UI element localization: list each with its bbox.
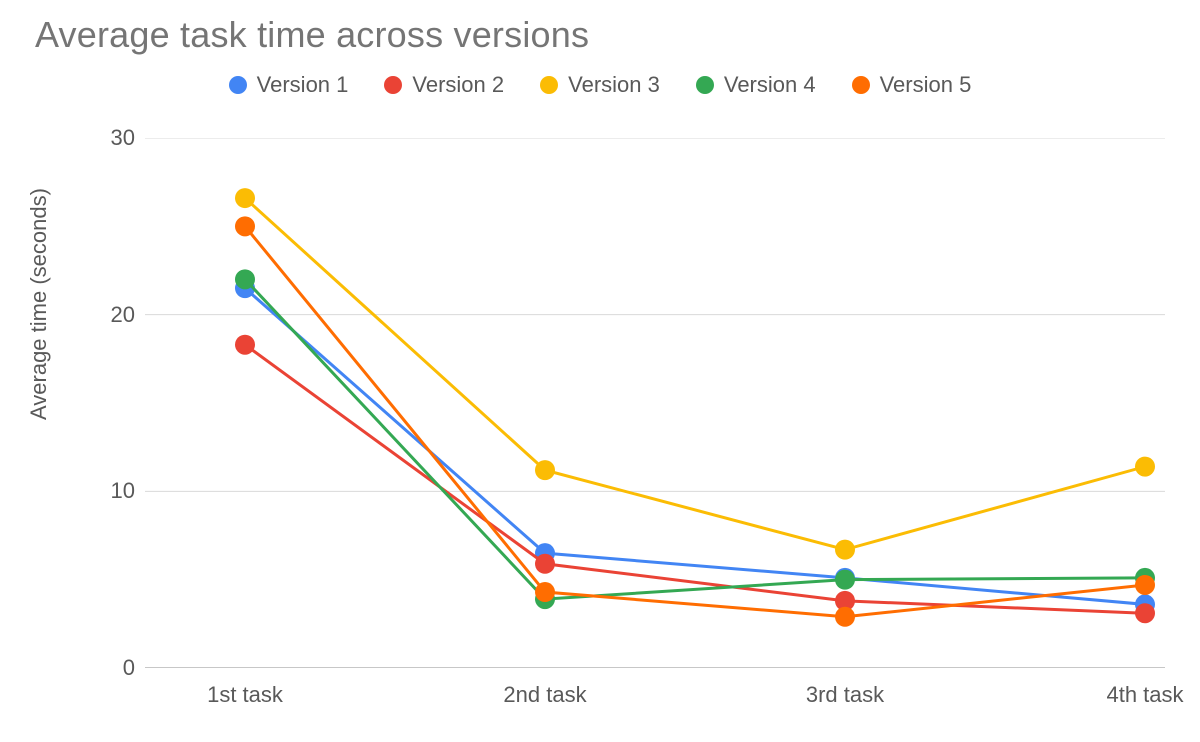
legend-swatch-icon	[540, 76, 558, 94]
chart-legend: Version 1 Version 2 Version 3 Version 4 …	[0, 72, 1200, 98]
data-point	[235, 188, 255, 208]
data-point	[1135, 603, 1155, 623]
y-tick-label: 0	[75, 655, 135, 681]
series-version-3	[235, 188, 1155, 560]
legend-item-version-1: Version 1	[229, 72, 349, 98]
x-tick-label: 1st task	[207, 682, 283, 708]
legend-label: Version 4	[724, 72, 816, 98]
legend-item-version-4: Version 4	[696, 72, 816, 98]
data-point	[235, 216, 255, 236]
series-line	[245, 345, 1145, 614]
legend-item-version-5: Version 5	[852, 72, 972, 98]
data-point	[535, 460, 555, 480]
data-point	[235, 335, 255, 355]
legend-label: Version 1	[257, 72, 349, 98]
legend-swatch-icon	[852, 76, 870, 94]
legend-swatch-icon	[229, 76, 247, 94]
series-line	[245, 288, 1145, 604]
x-tick-label: 4th task	[1106, 682, 1183, 708]
legend-label: Version 5	[880, 72, 972, 98]
chart-title: Average task time across versions	[35, 14, 589, 56]
x-tick-label: 3rd task	[806, 682, 884, 708]
data-point	[1135, 457, 1155, 477]
chart-container: Average task time across versions Versio…	[0, 0, 1200, 742]
legend-swatch-icon	[384, 76, 402, 94]
series-line	[245, 198, 1145, 550]
data-point	[1135, 575, 1155, 595]
y-tick-label: 10	[75, 478, 135, 504]
y-axis-label: Average time (seconds)	[26, 188, 52, 420]
data-point	[235, 269, 255, 289]
data-point	[535, 582, 555, 602]
y-tick-label: 20	[75, 302, 135, 328]
data-point	[835, 540, 855, 560]
y-tick-label: 30	[75, 125, 135, 151]
chart-plot-area	[145, 138, 1165, 668]
data-point	[835, 570, 855, 590]
legend-item-version-3: Version 3	[540, 72, 660, 98]
data-point	[835, 607, 855, 627]
x-tick-label: 2nd task	[503, 682, 586, 708]
legend-item-version-2: Version 2	[384, 72, 504, 98]
legend-label: Version 3	[568, 72, 660, 98]
legend-label: Version 2	[412, 72, 504, 98]
series-version-1	[235, 278, 1155, 614]
data-point	[535, 554, 555, 574]
legend-swatch-icon	[696, 76, 714, 94]
series-line	[245, 279, 1145, 599]
